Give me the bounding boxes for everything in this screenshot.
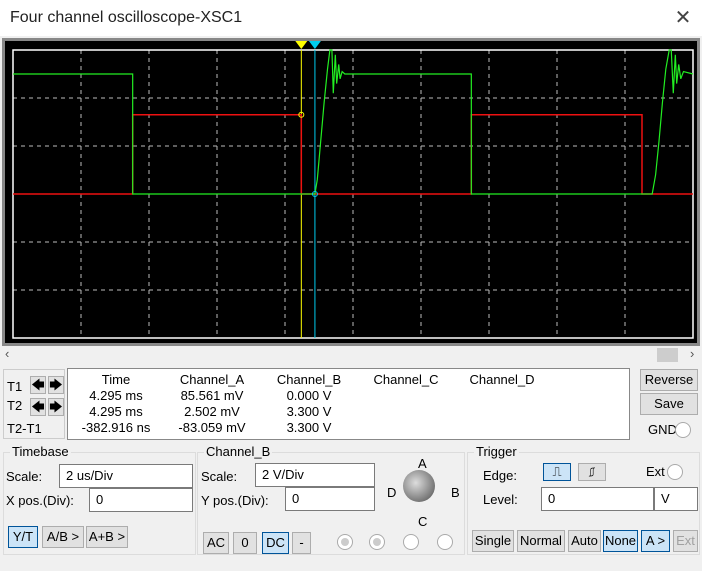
trigger-a-button[interactable]: A > [641, 530, 670, 552]
close-icon[interactable]: ✕ [672, 5, 694, 30]
none-button[interactable]: None [603, 530, 638, 552]
a-over-b-button[interactable]: A/B > [42, 526, 84, 548]
readout-table: Time Channel_A Channel_B Channel_C Channel_D… [67, 368, 630, 440]
t2-right-arrow-icon[interactable]: 🡆 [48, 398, 64, 416]
channel-scale-input[interactable]: 2 V/Div [255, 463, 375, 487]
zero-button[interactable]: 0 [233, 532, 257, 554]
edge-label: Edge: [483, 468, 517, 483]
channel-a-radio[interactable] [337, 534, 353, 550]
title-bar: Four channel oscilloscope-XSC1 ✕ [0, 0, 702, 36]
readout-cell: 3.300 V [286, 420, 332, 435]
knob-c-label: C [418, 514, 428, 529]
column-header: Channel_A [179, 372, 245, 387]
dc-button[interactable]: DC [262, 532, 289, 554]
trigger-group: Trigger Edge: ⎍ ⎎ Ext Level: 0 V Single … [467, 444, 700, 555]
channel-b-radio[interactable] [369, 534, 385, 550]
readout-cell: 0.000 V [286, 388, 332, 403]
trigger-title: Trigger [474, 444, 519, 459]
t1-label: T1 [7, 379, 23, 394]
scroll-left-icon[interactable]: ‹ [5, 346, 9, 361]
knob-d-label: D [387, 485, 397, 500]
timebase-title: Timebase [10, 444, 71, 459]
a-plus-b-button[interactable]: A+B > [86, 526, 128, 548]
readout-cell: 3.300 V [286, 404, 332, 419]
rising-edge-icon[interactable]: ⎍ [543, 463, 571, 481]
timebase-scale-label: Scale: [6, 469, 43, 484]
level-label: Level: [483, 492, 518, 507]
t1-right-arrow-icon[interactable]: 🡆 [48, 376, 64, 394]
t2-label: T2 [7, 398, 23, 413]
falling-edge-icon[interactable]: ⎎ [578, 463, 606, 481]
cursor-controls: T1 🡄 🡆 T2 🡄 🡆 T2-T1 [3, 369, 65, 439]
yt-button[interactable]: Y/T [8, 526, 38, 548]
readout-cell: -382.916 ns [81, 420, 151, 435]
y-pos-label: Y pos.(Div): [201, 493, 269, 508]
t2-t1-label: T2-T1 [7, 421, 42, 436]
readout-cell: -83.059 mV [178, 420, 246, 435]
x-pos-label: X pos.(Div): [6, 493, 74, 508]
scroll-right-icon[interactable]: › [690, 346, 694, 361]
channel-scale-label: Scale: [201, 469, 238, 484]
ac-button[interactable]: AC [203, 532, 229, 554]
cursor-1-handle-icon[interactable] [295, 41, 308, 49]
knob-b-label: B [451, 485, 460, 500]
readout-cell: 85.561 mV [180, 388, 244, 403]
cursor-2-handle-icon[interactable] [308, 41, 321, 49]
normal-button[interactable]: Normal [517, 530, 565, 552]
auto-button[interactable]: Auto [568, 530, 601, 552]
column-header: Channel_B [276, 372, 342, 387]
minus-button[interactable]: - [292, 532, 311, 554]
x-pos-input[interactable]: 0 [89, 488, 193, 512]
column-header: Channel_C [373, 372, 439, 387]
channel-title: Channel_B [204, 444, 273, 459]
column-header: Time [101, 372, 131, 387]
gnd-radio[interactable] [675, 422, 691, 438]
trigger-ext-button[interactable]: Ext [673, 530, 698, 552]
channel-group: Channel_B Scale: 2 V/Div Y pos.(Div): 0 … [197, 444, 465, 555]
window-title: Four channel oscilloscope-XSC1 [10, 9, 243, 26]
timebase-group: Timebase Scale: 2 us/Div X pos.(Div): 0 … [3, 444, 196, 555]
reverse-button[interactable]: Reverse [640, 369, 698, 391]
readout-cell: 4.295 ms [89, 388, 143, 403]
trigger-level-input[interactable]: 0 [541, 487, 654, 511]
t2-left-arrow-icon[interactable]: 🡄 [30, 398, 46, 416]
gnd-label: GND [648, 422, 677, 437]
readout-cell: 2.502 mV [184, 404, 240, 419]
timebase-scale-input[interactable]: 2 us/Div [59, 464, 193, 488]
column-header: Channel_D [469, 372, 535, 387]
t1-left-arrow-icon[interactable]: 🡄 [30, 376, 46, 394]
knob-a-label: A [418, 456, 427, 471]
save-button[interactable]: Save [640, 393, 698, 415]
oscilloscope-screen [2, 38, 700, 346]
channel-selector-knob-icon[interactable] [403, 470, 435, 502]
trigger-unit-select[interactable]: V [654, 487, 698, 511]
waveform-display [12, 41, 694, 339]
scroll-thumb[interactable] [657, 348, 678, 362]
channel-c-radio[interactable] [403, 534, 419, 550]
channel-d-radio[interactable] [437, 534, 453, 550]
horizontal-scrollbar[interactable]: ‹ › [0, 346, 702, 363]
readout-cell: 4.295 ms [89, 404, 143, 419]
single-button[interactable]: Single [472, 530, 514, 552]
ext-label: Ext [646, 464, 665, 479]
y-pos-input[interactable]: 0 [285, 487, 375, 511]
ext-radio[interactable] [667, 464, 683, 480]
